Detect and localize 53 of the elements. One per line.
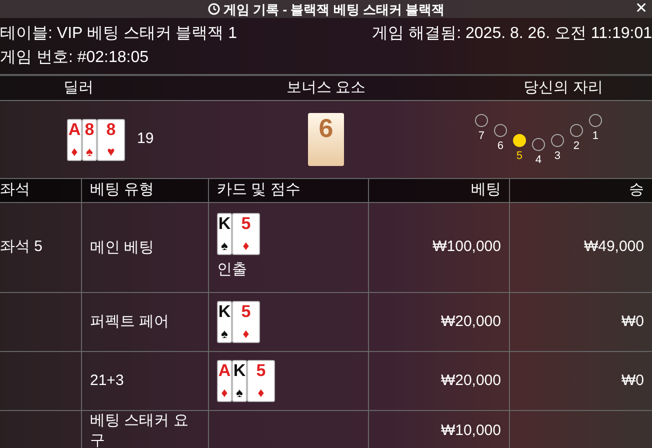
- playing-card: 5 ♦: [247, 360, 275, 402]
- playing-card: 8 ♠: [82, 118, 97, 160]
- seat-marker[interactable]: [550, 134, 564, 146]
- seat-number: 2: [573, 140, 580, 152]
- game-resolved-time: 게임 해결됨: 2025. 8. 26. 오전 11:19:01: [372, 24, 652, 44]
- column-header: 베팅: [471, 180, 501, 200]
- window-title: 게임 기록 - 블랙잭 베팅 스태커 블랙잭: [224, 2, 444, 16]
- column-header: 카드 및 점수: [217, 180, 300, 200]
- playing-card: A ♦: [217, 360, 232, 402]
- table-cell-text: ₩0: [622, 312, 644, 332]
- column-header: 승: [629, 180, 644, 200]
- table-cell-text: ₩10,000: [440, 420, 501, 441]
- column-header: 베팅 유형: [90, 180, 154, 200]
- seat-number: 4: [535, 154, 542, 166]
- seat-marker[interactable]: [570, 124, 583, 136]
- history-icon: [208, 3, 220, 15]
- table-cell: 퍼펙트 페어: [90, 312, 170, 332]
- playing-card: 5 ♦: [232, 213, 260, 256]
- table-cell: 21+3: [90, 371, 124, 391]
- dealer-score: 19: [137, 129, 154, 150]
- table-cell-text: ₩49,000: [584, 237, 644, 258]
- section-heading: 보너스 요소: [286, 78, 366, 96]
- game-number: 게임 번호: #02:18:05: [0, 48, 150, 68]
- playing-card: K ♠: [217, 213, 232, 256]
- table-cell-text: 좌석 5: [0, 237, 43, 258]
- table-cell-text: ₩0: [622, 370, 644, 391]
- table-cell: 메인 베팅: [90, 238, 154, 258]
- seat-marker[interactable]: [512, 134, 526, 146]
- seat-marker[interactable]: [588, 114, 602, 126]
- bonus-card: 6: [308, 113, 344, 166]
- seat-marker[interactable]: [532, 138, 545, 150]
- playing-card: 8 ♥: [97, 118, 125, 160]
- close-button[interactable]: ✕: [635, 0, 648, 18]
- seat-number: 3: [554, 150, 561, 162]
- table-name: 테이블: VIP 베팅 스태커 블랙잭 1: [0, 24, 238, 44]
- seat-number: 5: [516, 150, 523, 162]
- playing-card: K ♠: [232, 360, 247, 402]
- seat-marker[interactable]: [494, 124, 507, 136]
- hand-result: 인출: [217, 260, 248, 280]
- column-header: 좌석: [0, 180, 30, 200]
- playing-card: K ♠: [217, 301, 232, 343]
- section-heading: 당신의 자리: [524, 78, 603, 96]
- seat-marker[interactable]: [474, 114, 488, 126]
- seat-number: 7: [478, 130, 485, 142]
- table-cell-text: 베팅 스태커 요구: [90, 411, 190, 448]
- playing-card: 5 ♦: [232, 301, 260, 343]
- table-cell-text: ₩20,000: [440, 312, 501, 332]
- seat-number: 1: [592, 130, 599, 142]
- seat-number: 6: [497, 140, 504, 152]
- table-cell-text: ₩20,000: [440, 370, 501, 391]
- section-heading: 딜러: [64, 78, 94, 96]
- playing-card: A ♦: [67, 118, 82, 160]
- table-cell-text: ₩100,000: [432, 237, 501, 258]
